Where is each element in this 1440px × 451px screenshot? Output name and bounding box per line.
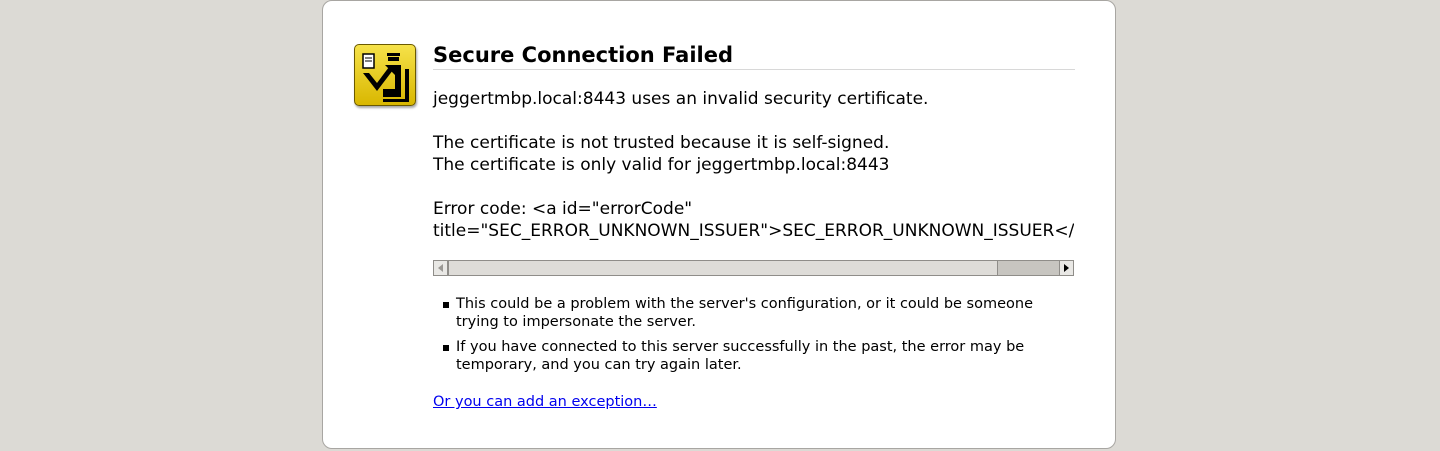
error-title: Secure Connection Failed xyxy=(433,41,1075,70)
error-intro: jeggertmbp.local:8443 uses an invalid se… xyxy=(433,89,929,109)
scrollbar-thumb[interactable] xyxy=(448,261,998,275)
list-item: This could be a problem with the server'… xyxy=(443,295,1056,331)
error-code-line: Error code: <a id="errorCode" xyxy=(433,199,693,219)
add-exception-link[interactable]: Or you can add an exception… xyxy=(433,393,657,411)
error-code-line: title="SEC_ERROR_UNKNOWN_ISSUER">SEC_ERR… xyxy=(433,221,1074,241)
horizontal-scrollbar[interactable] xyxy=(433,260,1074,276)
arrow-left-icon[interactable] xyxy=(434,261,448,275)
error-reason: The certificate is only valid for jegger… xyxy=(433,155,890,175)
error-reason: The certificate is not trusted because i… xyxy=(433,133,890,153)
arrow-right-icon[interactable] xyxy=(1059,261,1073,275)
security-officer-icon xyxy=(354,44,416,106)
list-item: If you have connected to this server suc… xyxy=(443,338,1056,374)
error-page-container: Secure Connection Failed jeggertmbp.loca… xyxy=(322,0,1116,449)
technical-content: Error code: <a id="errorCode" title="SEC… xyxy=(433,198,1074,248)
